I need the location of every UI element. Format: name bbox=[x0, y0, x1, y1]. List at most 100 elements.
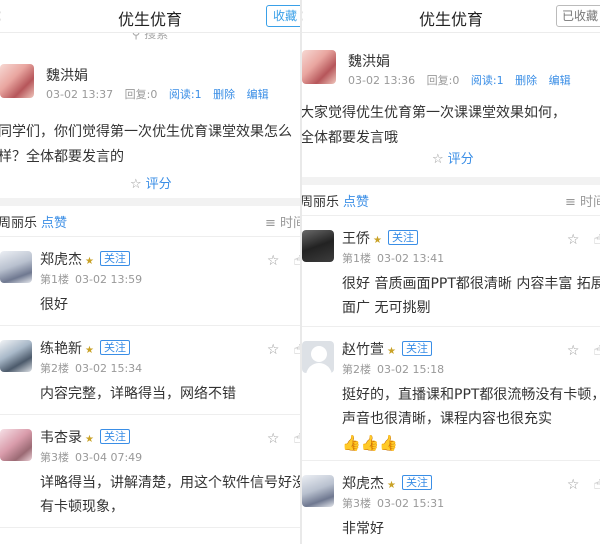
floor-number: 第1楼 bbox=[40, 273, 69, 286]
floor-number: 第2楼 bbox=[342, 363, 371, 376]
reply-author-name[interactable]: 韦杏录 bbox=[40, 430, 82, 446]
thumbs-up-emoji: 👍👍👍 bbox=[342, 434, 399, 452]
post-meta: 03-02 13:36 回复:0 阅读:1 删除 编辑 bbox=[348, 72, 579, 88]
reply-author: 韦杏录 ★ 关注 bbox=[40, 427, 130, 447]
reply-date: 03-02 15:18 bbox=[377, 363, 445, 376]
floor-number: 第2楼 bbox=[40, 362, 69, 375]
like-button[interactable]: 点赞 bbox=[41, 216, 67, 231]
floor-number: 第3楼 bbox=[342, 497, 371, 510]
liked-user-name[interactable]: 周丽乐 bbox=[302, 195, 339, 210]
reply-date: 03-04 07:49 bbox=[75, 451, 143, 464]
reply-author-name[interactable]: 赵竹萱 bbox=[342, 342, 384, 358]
award-icon[interactable]: ☆ bbox=[567, 343, 580, 359]
thumbs-up-icon[interactable]: ☝ bbox=[593, 232, 600, 248]
avatar[interactable] bbox=[302, 341, 334, 373]
medal-icon: ★ bbox=[85, 256, 94, 267]
post-author[interactable]: 魏洪娟 bbox=[46, 65, 88, 85]
reply-date: 03-02 15:31 bbox=[377, 497, 445, 510]
thumbs-up-icon[interactable]: ☝ bbox=[593, 477, 600, 493]
sort-button[interactable]: ≡ 时间 bbox=[565, 191, 600, 210]
topic-post: 魏洪娟 03-02 13:36 回复:0 阅读:1 删除 编辑 大家觉得优生优育… bbox=[302, 33, 600, 183]
follow-button[interactable]: 关注 bbox=[99, 429, 130, 444]
rate-button[interactable]: ☆ 评分 bbox=[432, 148, 474, 167]
award-icon[interactable]: ☆ bbox=[267, 342, 280, 358]
avatar[interactable] bbox=[0, 340, 32, 372]
sort-icon: ≡ bbox=[564, 195, 576, 210]
post-date: 03-02 13:36 bbox=[348, 74, 416, 87]
edit-link[interactable]: 编辑 bbox=[247, 88, 269, 101]
favorite-button[interactable]: 收藏 bbox=[265, 5, 300, 27]
follow-button[interactable]: 关注 bbox=[99, 340, 130, 355]
read-count: 阅读:1 bbox=[470, 74, 504, 87]
sort-label: 时间 bbox=[279, 216, 300, 231]
post-author[interactable]: 魏洪娟 bbox=[348, 51, 390, 71]
reply-count: 回复:0 bbox=[426, 74, 460, 87]
favorited-button[interactable]: 已收藏 bbox=[555, 5, 600, 27]
post-content-line: 样？全体都要发言的 bbox=[0, 149, 124, 165]
reply-author-name[interactable]: 郑虎杰 bbox=[342, 476, 384, 492]
reply-actions: ☆ ☝ bbox=[253, 253, 300, 269]
left-screen: ‹ 优生优育 收藏 ⚲ 搜索 魏洪娟 03-02 13:37 回复:0 阅读:1… bbox=[0, 0, 300, 544]
follow-button[interactable]: 关注 bbox=[99, 251, 130, 266]
follow-button[interactable]: 关注 bbox=[401, 341, 432, 356]
rate-icon: ☆ bbox=[130, 177, 142, 192]
reply-text: 详略得当，讲解清楚，用这个软件信号好没有卡顿现象， bbox=[40, 475, 300, 515]
sort-label: 时间 bbox=[579, 195, 600, 210]
avatar[interactable] bbox=[302, 475, 334, 507]
post-content: 同学们，你们觉得第一次优生优育课堂效果怎么 样？全体都要发言的 bbox=[0, 120, 300, 170]
delete-link[interactable]: 删除 bbox=[213, 88, 235, 101]
read-count: 阅读:1 bbox=[168, 88, 202, 101]
like-button[interactable]: 点赞 bbox=[343, 195, 369, 210]
reply-item: 练艳新 ★ 关注 第2楼 03-02 15:34 ☆ ☝ 内容完整，详略得当，网络不错 bbox=[0, 326, 300, 415]
reply-actions: ☆ ☝ bbox=[253, 342, 300, 358]
reply-author: 赵竹萱 ★ 关注 bbox=[342, 339, 432, 359]
reply-meta: 第3楼 03-04 07:49 bbox=[40, 449, 148, 465]
reply-author-name[interactable]: 王侨 bbox=[342, 231, 370, 247]
reply-author: 郑虎杰 ★ 关注 bbox=[342, 473, 432, 493]
liked-user-name[interactable]: 周丽乐 bbox=[0, 216, 37, 231]
follow-button[interactable]: 关注 bbox=[387, 230, 418, 245]
reply-date: 03-02 13:41 bbox=[377, 252, 445, 265]
award-icon[interactable]: ☆ bbox=[567, 477, 580, 493]
award-icon[interactable]: ☆ bbox=[567, 232, 580, 248]
thumbs-up-icon[interactable]: ☝ bbox=[593, 343, 600, 359]
reply-item: 赵竹萱 ★ 关注 第2楼 03-02 15:18 ☆ ☝ 挺好的，直播课和PPT都很流畅… bbox=[302, 327, 600, 461]
liked-users: 周丽乐 点赞 bbox=[0, 212, 67, 231]
reply-author: 练艳新 ★ 关注 bbox=[40, 338, 130, 358]
reply-actions: ☆ ☝ bbox=[553, 232, 600, 248]
reply-date: 03-02 13:59 bbox=[75, 273, 143, 286]
reply-author-name[interactable]: 练艳新 bbox=[40, 341, 82, 357]
sort-button[interactable]: ≡ 时间 bbox=[265, 212, 300, 231]
reply-author-name[interactable]: 郑虎杰 bbox=[40, 252, 82, 268]
medal-icon: ★ bbox=[387, 346, 396, 357]
rate-button[interactable]: ☆ 评分 bbox=[130, 173, 172, 192]
reply-author: 王侨 ★ 关注 bbox=[342, 228, 418, 248]
medal-icon: ★ bbox=[387, 480, 396, 491]
follow-button[interactable]: 关注 bbox=[401, 475, 432, 490]
right-screen: ‹ 优生优育 已收藏 魏洪娟 03-02 13:36 回复:0 阅读:1 删除 … bbox=[302, 0, 600, 544]
avatar[interactable] bbox=[302, 230, 334, 262]
reply-meta: 第2楼 03-02 15:18 bbox=[342, 361, 450, 377]
post-content-line: 同学们，你们觉得第一次优生优育课堂效果怎么 bbox=[0, 124, 292, 140]
avatar[interactable] bbox=[0, 251, 32, 283]
avatar[interactable] bbox=[0, 64, 34, 98]
search-placeholder: 搜索 bbox=[144, 33, 169, 41]
medal-icon: ★ bbox=[373, 235, 382, 246]
reply-author: 郑虎杰 ★ 关注 bbox=[40, 249, 130, 269]
reply-item: 郑虎杰 ★ 关注 第3楼 03-02 15:31 ☆ ☝ 非常好 bbox=[302, 461, 600, 544]
delete-link[interactable]: 删除 bbox=[515, 74, 537, 87]
search-bar[interactable]: ⚲ 搜索 bbox=[0, 33, 300, 43]
like-bar: 周丽乐 点赞 ≡ 时间 bbox=[0, 198, 300, 237]
reply-count: 回复:0 bbox=[124, 88, 158, 101]
reply-actions: ☆ ☝ bbox=[553, 477, 600, 493]
reply-meta: 第3楼 03-02 15:31 bbox=[342, 495, 450, 511]
award-icon[interactable]: ☆ bbox=[267, 431, 280, 447]
liked-users: 周丽乐 点赞 bbox=[302, 191, 369, 210]
avatar[interactable] bbox=[0, 429, 32, 461]
reply-text: 挺好的，直播课和PPT都很流畅没有卡顿，声音也很清晰，课程内容也很充实 👍👍👍 bbox=[342, 383, 600, 455]
award-icon[interactable]: ☆ bbox=[267, 253, 280, 269]
rate-label: 评分 bbox=[447, 152, 474, 167]
avatar[interactable] bbox=[302, 50, 336, 84]
topic-post: 魏洪娟 03-02 13:37 回复:0 阅读:1 删除 编辑 同学们，你们觉得… bbox=[0, 44, 300, 204]
edit-link[interactable]: 编辑 bbox=[549, 74, 571, 87]
